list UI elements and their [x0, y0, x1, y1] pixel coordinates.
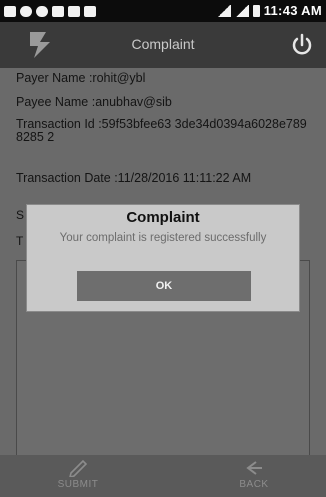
- back-icon: [246, 461, 262, 475]
- page-title: Complaint: [131, 36, 195, 52]
- ok-button[interactable]: OK: [77, 271, 251, 301]
- notification-icon: [20, 5, 32, 17]
- power-icon[interactable]: [288, 31, 316, 59]
- signal-icon: [216, 4, 231, 17]
- mail-icon: [68, 5, 80, 17]
- image-icon: [84, 5, 96, 17]
- status-time: 11:43 AM: [263, 3, 322, 18]
- battery-icon: [252, 4, 260, 17]
- notification-icons: [4, 4, 96, 18]
- dialog-title: Complaint: [126, 209, 200, 226]
- app-bar: Complaint: [0, 22, 326, 68]
- dialog-message: Your complaint is registered successfull…: [59, 232, 267, 244]
- whatsapp-icon: [36, 5, 48, 17]
- partial-label: T: [16, 234, 24, 248]
- payee-name: Payee Name :anubhav@sib: [16, 95, 172, 109]
- status-right: 11:43 AM: [216, 3, 322, 18]
- status-bar: 11:43 AM: [0, 0, 326, 22]
- message-icon: [52, 5, 64, 17]
- submit-button[interactable]: SUBMIT: [28, 459, 128, 490]
- notification-icon: [4, 5, 16, 17]
- back-button[interactable]: BACK: [204, 459, 304, 490]
- submit-icon: [69, 459, 88, 477]
- payer-name: Payer Name :rohit@ybl: [16, 71, 146, 85]
- back-label: BACK: [239, 479, 269, 490]
- partial-label: S: [16, 208, 25, 222]
- bottom-nav: SUBMIT BACK: [0, 455, 326, 497]
- transaction-id: Transaction Id :59f53bfee63 3de34d0394a6…: [16, 117, 307, 144]
- transaction-date: Transaction Date :11/28/2016 11:11:22 AM: [16, 171, 252, 185]
- submit-label: SUBMIT: [57, 479, 99, 490]
- signal-icon: [234, 4, 249, 17]
- complaint-dialog: Complaint Your complaint is registered s…: [26, 204, 300, 312]
